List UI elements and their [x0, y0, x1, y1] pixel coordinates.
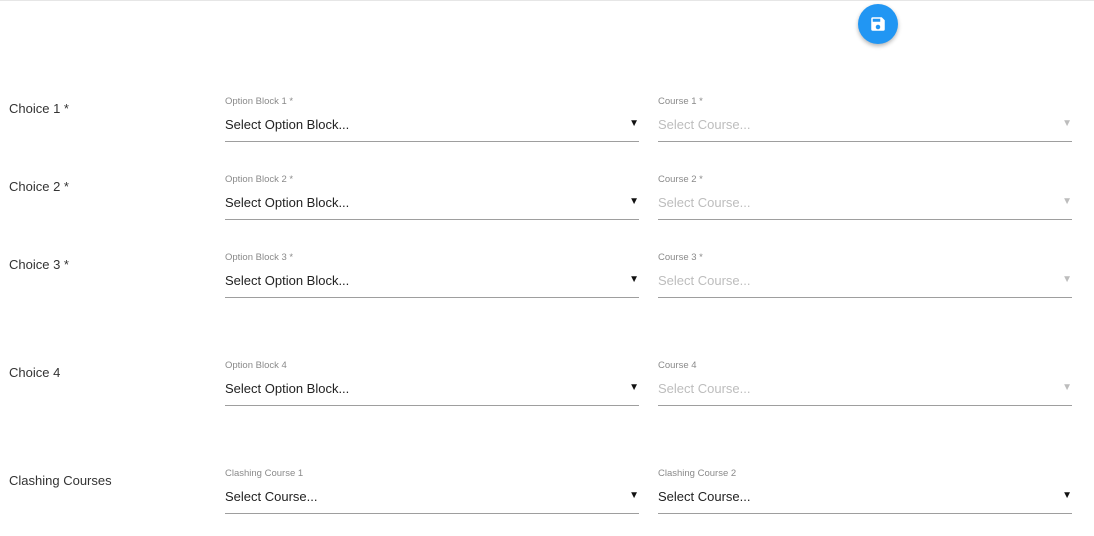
select-value: Select Course... [658, 117, 751, 132]
select-field-1[interactable]: Option Block 2 * Select Option Block... … [225, 171, 639, 223]
field-label: Course 3 * [658, 252, 703, 263]
floppy-disk-icon [871, 17, 885, 31]
dropdown-arrow-icon[interactable]: ▼ [629, 274, 639, 285]
field-underline [225, 297, 639, 298]
select-value[interactable]: Select Option Block... [225, 381, 349, 396]
field-underline [658, 141, 1072, 142]
dropdown-arrow-icon[interactable]: ▼ [629, 118, 639, 129]
select-field-2: Course 1 * Select Course... ▼ [658, 93, 1072, 145]
select-value[interactable]: Select Option Block... [225, 273, 349, 288]
field-label: Clashing Course 1 [225, 468, 304, 479]
field-underline [225, 219, 639, 220]
field-label: Clashing Course 2 [658, 468, 737, 479]
field-underline [658, 405, 1072, 406]
form-row-1: Choice 1 * Option Block 1 * Select Optio… [0, 93, 1094, 153]
field-label: Course 4 [658, 360, 697, 371]
field-label: Course 1 * [658, 96, 703, 107]
row-label: Choice 2 * [9, 179, 69, 194]
field-underline [658, 297, 1072, 298]
select-field-1[interactable]: Option Block 4 Select Option Block... ▼ [225, 357, 639, 409]
field-underline [225, 141, 639, 142]
select-value[interactable]: Select Course... [658, 489, 751, 504]
form-row-4: Choice 4 Option Block 4 Select Option Bl… [0, 357, 1094, 417]
dropdown-arrow-icon: ▼ [1062, 382, 1072, 393]
row-label: Choice 4 [9, 365, 61, 380]
select-value[interactable]: Select Option Block... [225, 117, 349, 132]
row-label: Choice 3 * [9, 257, 69, 272]
dropdown-arrow-icon[interactable]: ▼ [629, 196, 639, 207]
select-field-2[interactable]: Clashing Course 2 Select Course... ▼ [658, 465, 1072, 517]
field-label: Option Block 1 * [225, 96, 294, 107]
select-field-1[interactable]: Option Block 3 * Select Option Block... … [225, 249, 639, 301]
select-field-2: Course 4 Select Course... ▼ [658, 357, 1072, 409]
save-button[interactable] [858, 4, 898, 44]
select-field-2: Course 2 * Select Course... ▼ [658, 171, 1072, 223]
row-label: Clashing Courses [9, 473, 112, 488]
select-value[interactable]: Select Course... [225, 489, 318, 504]
field-label: Option Block 3 * [225, 252, 294, 263]
select-value[interactable]: Select Option Block... [225, 195, 349, 210]
select-value: Select Course... [658, 195, 751, 210]
field-underline [225, 513, 639, 514]
dropdown-arrow-icon: ▼ [1062, 196, 1072, 207]
dropdown-arrow-icon: ▼ [1062, 274, 1072, 285]
select-field-1[interactable]: Option Block 1 * Select Option Block... … [225, 93, 639, 145]
dropdown-arrow-icon[interactable]: ▼ [1062, 490, 1072, 501]
form-row-5: Clashing Courses Clashing Course 1 Selec… [0, 465, 1094, 525]
field-underline [225, 405, 639, 406]
row-label: Choice 1 * [9, 101, 69, 116]
field-underline [658, 513, 1072, 514]
field-label: Course 2 * [658, 174, 703, 185]
select-field-2: Course 3 * Select Course... ▼ [658, 249, 1072, 301]
form-row-3: Choice 3 * Option Block 3 * Select Optio… [0, 249, 1094, 309]
dropdown-arrow-icon: ▼ [1062, 118, 1072, 129]
dropdown-arrow-icon[interactable]: ▼ [629, 382, 639, 393]
dropdown-arrow-icon[interactable]: ▼ [629, 490, 639, 501]
form-row-2: Choice 2 * Option Block 2 * Select Optio… [0, 171, 1094, 231]
field-underline [658, 219, 1072, 220]
select-field-1[interactable]: Clashing Course 1 Select Course... ▼ [225, 465, 639, 517]
field-label: Option Block 2 * [225, 174, 294, 185]
select-value: Select Course... [658, 273, 751, 288]
select-value: Select Course... [658, 381, 751, 396]
field-label: Option Block 4 [225, 360, 287, 371]
